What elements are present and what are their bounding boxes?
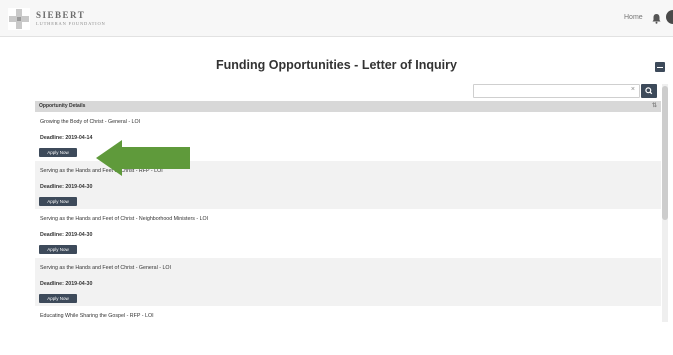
foundation-logo-icon: [8, 8, 30, 30]
scrollbar-thumb[interactable]: [662, 86, 668, 220]
logo[interactable]: SIEBERT LUTHERAN FOUNDATION: [8, 8, 106, 30]
apply-now-button[interactable]: Apply Now: [39, 245, 77, 254]
bell-icon[interactable]: [652, 11, 661, 29]
apply-now-button[interactable]: Apply Now: [39, 196, 77, 206]
opportunity-title: Serving as the Hands and Feet of Christ …: [40, 216, 209, 222]
annotation-arrow-icon: [96, 140, 192, 181]
opportunity-title: Serving as the Hands and Feet of Christ …: [40, 264, 172, 271]
table-header[interactable]: Opportunity Details ⇅: [35, 101, 661, 112]
apply-now-button[interactable]: Apply Now: [39, 148, 77, 157]
clear-search-icon[interactable]: ×: [631, 86, 635, 93]
opportunity-title: Educating While Sharing the Gospel - RFP…: [40, 313, 154, 319]
search-box: ×: [473, 84, 640, 103]
opportunity-deadline: Deadline: 2019-04-14: [40, 135, 93, 141]
user-avatar[interactable]: [666, 10, 673, 24]
collapse-panel-button[interactable]: [655, 62, 665, 72]
table-row: Serving as the Hands and Feet of Christ …: [35, 209, 661, 258]
nav-home-link[interactable]: Home: [624, 14, 643, 21]
opportunity-deadline: Deadline: 2019-04-30: [40, 183, 93, 190]
table-row: Educating While Sharing the Gospel - RFP…: [35, 306, 661, 355]
logo-name: SIEBERT: [36, 10, 86, 21]
opportunity-deadline: Deadline: 2019-04-30: [40, 232, 93, 238]
page-title: Funding Opportunities - Letter of Inquir…: [216, 58, 457, 72]
apply-now-button[interactable]: Apply Now: [39, 293, 77, 303]
top-navbar: SIEBERT LUTHERAN FOUNDATION Home: [0, 0, 673, 37]
opportunity-title: Growing the Body of Christ - General - L…: [40, 119, 141, 125]
search-icon: [645, 87, 653, 95]
opportunity-deadline: Deadline: 2019-04-30: [40, 280, 93, 287]
sort-icon[interactable]: ⇅: [652, 101, 657, 112]
search-button[interactable]: [641, 84, 657, 98]
page-scrollbar[interactable]: [662, 84, 668, 322]
column-header-opportunity-details: Opportunity Details: [39, 103, 86, 109]
table-row: Serving as the Hands and Feet of Christ …: [35, 257, 661, 306]
logo-subtitle: LUTHERAN FOUNDATION: [36, 21, 106, 27]
